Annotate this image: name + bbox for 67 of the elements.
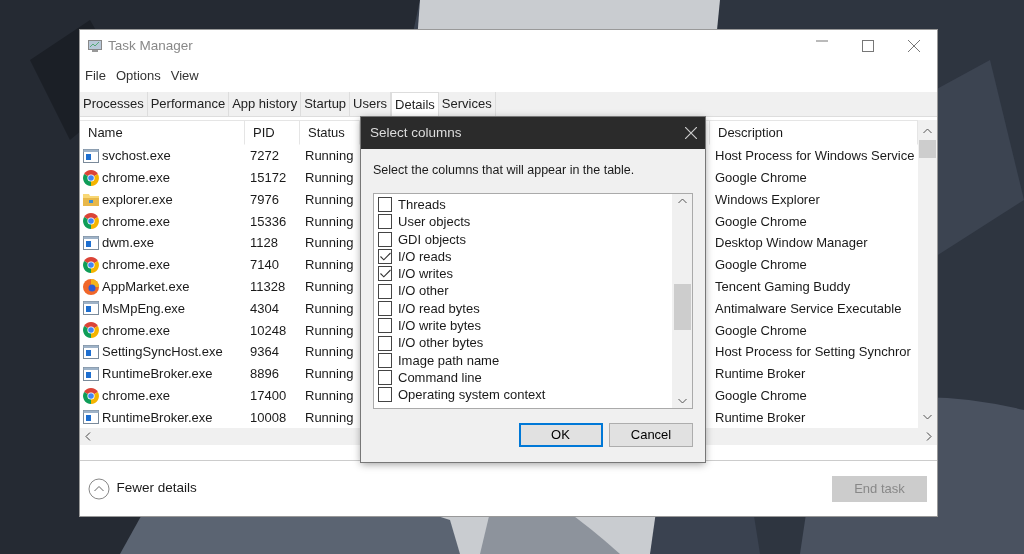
option-label: Command line (398, 368, 482, 387)
table-cell-text: Tencent Gaming Buddy (714, 277, 852, 296)
table-cell-text: Google Chrome (714, 212, 808, 231)
table-cell-text: Running (304, 386, 355, 405)
table-cell-text: Google Chrome (714, 386, 808, 405)
table-cell-text: 17400 (249, 386, 288, 405)
table-cell-text: Running (304, 299, 355, 318)
table-cell-text: Host Process for Setting Synchror (714, 343, 912, 362)
table-cell-text: 7976 (249, 190, 280, 209)
table-cell-text: 15172 (249, 168, 288, 187)
table-cell-text: Running (304, 321, 355, 340)
option-label: GDI objects (398, 230, 466, 249)
table-cell-text: Google Chrome (714, 256, 808, 275)
process-name: svchost.exe (102, 147, 171, 166)
table-cell-text: 7272 (249, 147, 280, 166)
dialog-title: Select columns (370, 123, 462, 142)
table-cell-text: Runtime Broker (714, 408, 807, 427)
option-label: Operating system context (398, 386, 546, 405)
table-cell-text: 1128 (249, 234, 279, 253)
option-label: User objects (398, 213, 471, 232)
process-name: AppMarket.exe (102, 277, 190, 296)
option-label: I/O write bytes (398, 317, 482, 335)
option-label: I/O other bytes (398, 334, 484, 353)
instruction-text: Select the columns that will appear in the table. (373, 162, 636, 179)
process-name: SettingSyncHost.exe (102, 343, 223, 362)
option-label: I/O read bytes (398, 299, 480, 318)
table-cell-text: Desktop Window Manager (714, 234, 869, 253)
table-cell-text: 10248 (249, 321, 288, 340)
process-name: RuntimeBroker.exe (102, 408, 213, 427)
table-cell-text: 4304 (249, 299, 280, 318)
option-label: Image path name (398, 351, 500, 370)
table-cell-text: Running (304, 256, 355, 275)
table-cell-text: Running (304, 190, 355, 209)
table-cell-text: Google Chrome (714, 168, 808, 187)
table-cell-text: Runtime Broker (714, 365, 807, 384)
table-cell-text: Windows Explorer (714, 190, 821, 209)
table-cell-text: Running (304, 147, 355, 166)
table-cell-text: Running (304, 212, 355, 231)
process-name: chrome.exe (102, 168, 170, 187)
window-title: Task Manager (108, 36, 193, 55)
table-cell-text: Running (304, 365, 355, 384)
option-label: I/O other (398, 282, 449, 301)
process-name: chrome.exe (102, 212, 170, 231)
table-cell-text: Running (304, 234, 355, 253)
table-cell-text: Antimalware Service Executable (714, 299, 903, 318)
table-cell-text: Host Process for Windows Service (714, 147, 916, 166)
process-name: explorer.exe (102, 190, 173, 209)
table-cell-text: 8896 (249, 365, 280, 384)
process-name: dwm.exe (102, 234, 155, 253)
table-cell-text: Google Chrome (714, 321, 808, 340)
table-cell-text: Running (304, 343, 355, 362)
table-cell-text: 11328 (249, 277, 287, 296)
table-cell-text: 7140 (249, 256, 280, 275)
process-name: chrome.exe (102, 256, 170, 275)
option-label: I/O reads (398, 247, 452, 266)
table-cell-text: Running (304, 168, 355, 187)
table-cell-text: 9364 (249, 343, 280, 362)
option-label: Threads (398, 195, 446, 214)
table-cell-text: 15336 (249, 212, 288, 231)
process-name: chrome.exe (102, 386, 170, 405)
process-name: MsMpEng.exe (102, 299, 186, 318)
table-cell-text: Running (304, 277, 355, 296)
process-name: chrome.exe (102, 321, 170, 340)
table-cell-text: Running (304, 408, 355, 427)
table-cell-text: 10008 (249, 408, 288, 427)
process-name: RuntimeBroker.exe (102, 365, 213, 384)
option-label: I/O writes (398, 265, 453, 284)
